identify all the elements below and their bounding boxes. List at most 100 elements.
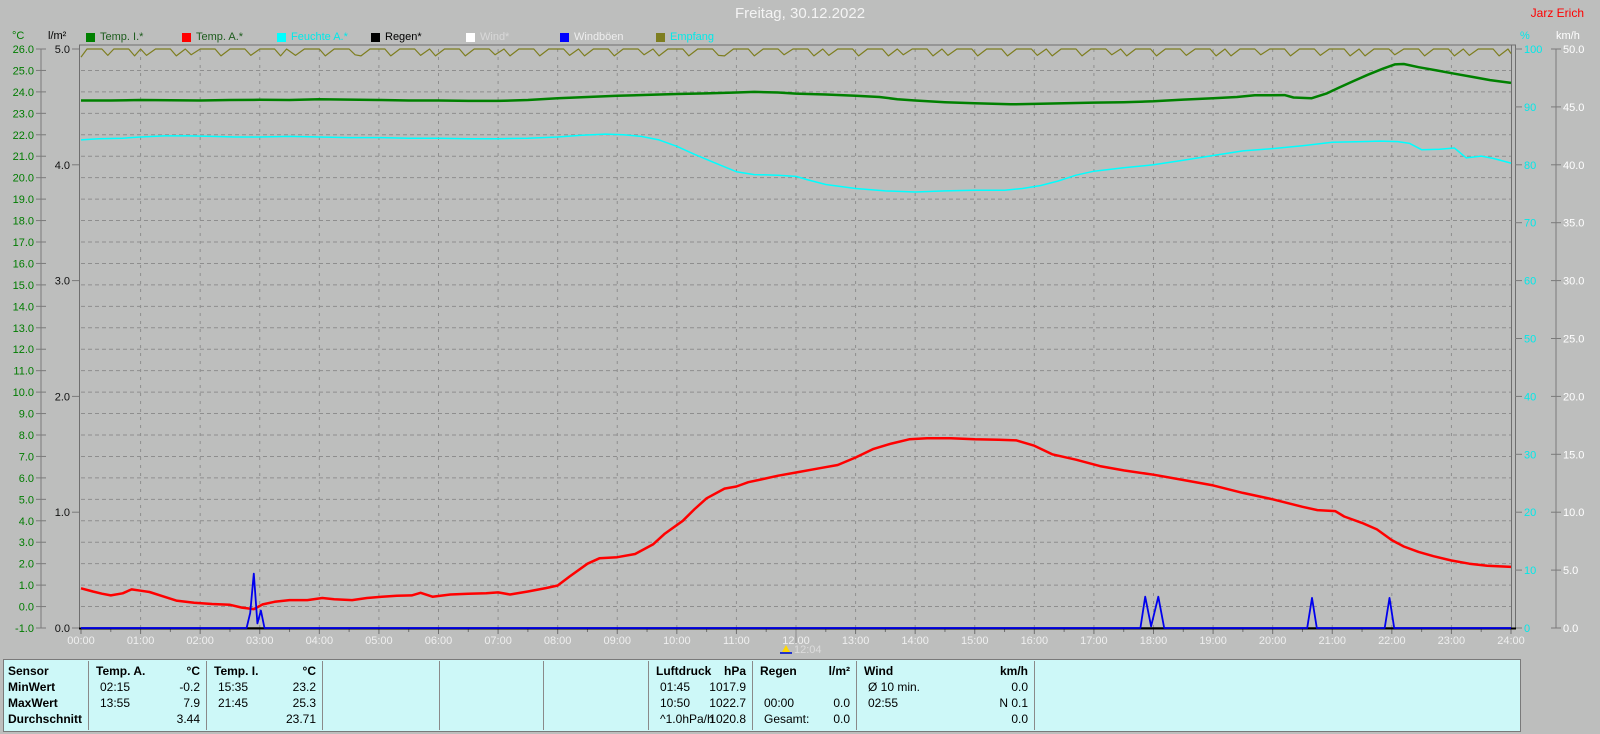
x-axis-tick-label: 19:00 [1199, 635, 1227, 647]
temp-axis-tick-label: 11.0 [13, 366, 34, 378]
temp-axis-tick-label: 9.0 [19, 409, 34, 421]
x-axis-tick-label: 08:00 [544, 635, 572, 647]
legend-color-swatch [371, 32, 380, 42]
x-axis-tick-label: 00:00 [67, 635, 95, 647]
wind-axis-tick-label: 15.0 [1563, 449, 1584, 461]
legend-color-swatch [560, 32, 569, 42]
humidity-axis-tick-label: 20 [1524, 507, 1536, 519]
temp-axis-tick-label: 18.0 [13, 216, 34, 228]
x-axis-tick-label: 18:00 [1140, 635, 1168, 647]
legend-color-swatch [277, 32, 286, 42]
x-axis-tick-label: 10:00 [663, 635, 691, 647]
temp-axis-tick-label: 17.0 [13, 237, 34, 249]
legend-item-label: Regen* [385, 31, 422, 43]
x-axis-tick-label: 13:00 [842, 635, 870, 647]
wind-axis-tick-label: 5.0 [1563, 565, 1578, 577]
humidity-axis-tick-label: 90 [1524, 102, 1536, 114]
legend-color-swatch [466, 32, 475, 42]
x-axis-tick-label: 21:00 [1318, 635, 1346, 647]
rain-axis-tick-label: 1.0 [55, 507, 70, 519]
legend-color-swatch [182, 32, 191, 42]
legend-color-swatch [656, 32, 665, 42]
rain-axis-tick-label: 2.0 [55, 391, 70, 403]
sun-position-marker: 12:04 [780, 644, 822, 656]
legend-item-label: Wind* [480, 31, 510, 43]
x-axis-tick-label: 04:00 [306, 635, 334, 647]
temp-axis-tick-label: 14.0 [13, 301, 34, 313]
legend-item-wind[interactable]: Wind* [466, 31, 509, 43]
temp-axis-tick-label: 26.0 [13, 44, 34, 56]
humidity-axis-tick-label: 100 [1524, 44, 1542, 56]
temp-axis-tick-label: 2.0 [19, 559, 34, 571]
humidity-axis-tick-label: 70 [1524, 218, 1536, 230]
temp-axis-tick-label: 22.0 [13, 130, 34, 142]
temp-axis-tick-label: 24.0 [13, 87, 34, 99]
temp-axis-tick-label: -1.0 [15, 623, 34, 635]
wind-axis-tick-label: 35.0 [1563, 218, 1584, 230]
x-axis-tick-label: 09:00 [603, 635, 631, 647]
wind-axis-tick-label: 45.0 [1563, 102, 1584, 114]
x-axis-tick-label: 16:00 [1021, 635, 1049, 647]
x-axis-tick-label: 23:00 [1438, 635, 1466, 647]
legend-item-regen[interactable]: Regen* [371, 31, 422, 43]
humidity-axis-tick-label: 60 [1524, 276, 1536, 288]
x-axis-tick-label: 15:00 [961, 635, 989, 647]
x-axis-tick-label: 17:00 [1080, 635, 1108, 647]
humidity-axis-tick-label: 10 [1524, 565, 1536, 577]
legend-item-temp-i[interactable]: Temp. I.* [86, 31, 143, 43]
sun-marker-time: 12:04 [794, 644, 822, 656]
wind-axis-tick-label: 40.0 [1563, 160, 1584, 172]
x-axis-tick-label: 14:00 [901, 635, 929, 647]
wind-axis-tick-label: 20.0 [1563, 391, 1584, 403]
x-axis-tick-label: 03:00 [246, 635, 274, 647]
temp-axis-tick-label: 12.0 [13, 344, 34, 356]
temp-axis-tick-label: 15.0 [13, 280, 34, 292]
temp-axis-tick-label: 8.0 [19, 430, 34, 442]
temp-axis-tick-label: 20.0 [13, 173, 34, 185]
temp-axis-tick-label: 4.0 [19, 516, 34, 528]
x-axis-tick-label: 22:00 [1378, 635, 1406, 647]
temp-axis-tick-label: 13.0 [13, 323, 34, 335]
sun-position-icon [780, 645, 792, 654]
wind-axis-tick-label: 0.0 [1563, 623, 1578, 635]
temp-axis-tick-label: 3.0 [19, 537, 34, 549]
humidity-axis-tick-label: 50 [1524, 334, 1536, 346]
page-title: Freitag, 30.12.2022 [734, 5, 866, 22]
wind-axis-tick-label: 10.0 [1563, 507, 1584, 519]
x-axis-tick-label: 20:00 [1259, 635, 1287, 647]
temp-axis-tick-label: 0.0 [19, 602, 34, 614]
x-axis-tick-label: 02:00 [186, 635, 214, 647]
temp-axis-tick-label: 21.0 [13, 151, 34, 163]
legend-item-windb-en[interactable]: Windböen [560, 31, 624, 43]
legend-item-empfang[interactable]: Empfang [656, 31, 714, 43]
humidity-axis-tick-label: 0 [1524, 623, 1530, 635]
temp-axis-tick-label: 25.0 [13, 65, 34, 77]
legend: Temp. I.* Temp. A.* Feuchte A.* Regen* Wind*… [0, 31, 1600, 43]
x-axis-tick-label: 07:00 [484, 635, 512, 647]
legend-item-label: Empfang [670, 31, 715, 43]
temp-axis-tick-label: 1.0 [19, 580, 34, 592]
rain-axis-tick-label: 4.0 [55, 160, 70, 172]
temp-axis-tick-label: 16.0 [13, 258, 34, 270]
author-label: Jarz Erich [1530, 6, 1584, 20]
legend-item-temp-a[interactable]: Temp. A.* [182, 31, 243, 43]
x-axis-tick-label: 24:00 [1497, 635, 1525, 647]
temp-axis-tick-label: 6.0 [19, 473, 34, 485]
x-axis-tick-label: 06:00 [425, 635, 453, 647]
humidity-axis-tick-label: 80 [1524, 160, 1536, 172]
temp-axis-tick-label: 10.0 [13, 387, 34, 399]
temp-axis-tick-label: 5.0 [19, 494, 34, 506]
x-axis-tick-label: 01:00 [127, 635, 155, 647]
legend-item-label: Temp. I.* [100, 31, 144, 43]
humidity-axis-tick-label: 40 [1524, 391, 1536, 403]
x-axis-tick-label: 11:00 [723, 635, 750, 647]
humidity-axis-tick-label: 30 [1524, 449, 1536, 461]
rain-axis-tick-label: 3.0 [55, 276, 70, 288]
x-axis-tick-label: 05:00 [365, 635, 393, 647]
legend-color-swatch [86, 32, 95, 42]
legend-item-label: Windböen [574, 31, 624, 43]
legend-item-feuchte-a[interactable]: Feuchte A.* [277, 31, 348, 43]
temp-axis-tick-label: 7.0 [19, 451, 34, 463]
chart-plot-area: -1.0 0.0 1.0 2.0 3.0 4.0 5.0 6.0 7.0 8.0 9.0 10.0 11… [13, 44, 1585, 647]
wind-axis-tick-label: 25.0 [1563, 334, 1584, 346]
